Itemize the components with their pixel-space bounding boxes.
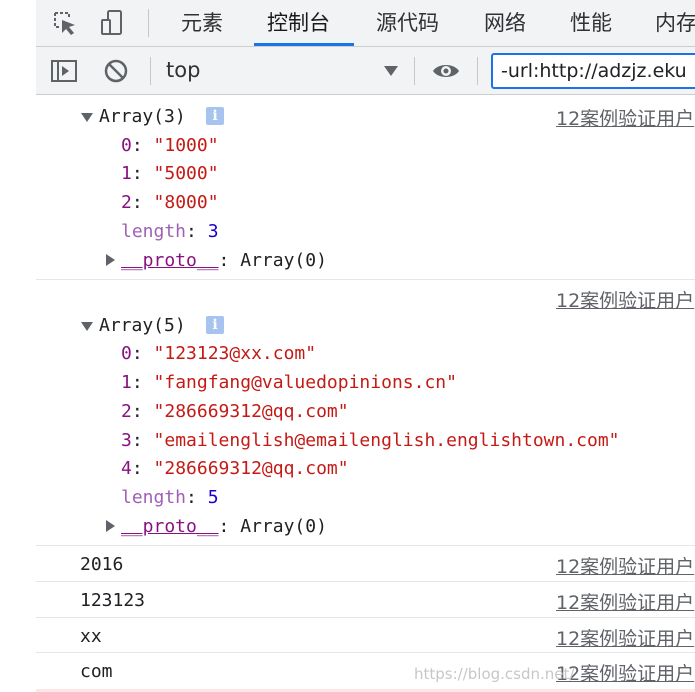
filter-input[interactable] [501,59,695,83]
array-header[interactable]: Array(3) [99,106,186,127]
array-entry: 3: "emailenglish@emailenglish.englishtow… [121,430,620,451]
source-link[interactable]: 12案例验证用户 [556,588,694,615]
tab-performance[interactable]: 性能 [570,7,612,37]
array-entry: 1: "5000" [121,163,219,184]
log-message: 123123 [80,590,146,611]
context-selector[interactable]: top [166,58,200,82]
chevron-down-icon[interactable] [381,62,401,80]
expand-triangle-icon[interactable] [106,520,115,532]
array-entry: 1: "fangfang@valuedopinions.cn" [121,372,457,393]
array-entry: 0: "123123@xx.com" [121,343,317,364]
clear-console-icon[interactable] [101,56,131,86]
array-header[interactable]: Array(5) [99,315,186,336]
expand-triangle-icon[interactable] [106,254,115,266]
log-message: com [80,661,113,682]
message-divider [36,652,695,653]
eye-icon[interactable] [431,56,461,86]
tab-network[interactable]: 网络 [484,7,526,37]
console-toolbar: top [36,47,695,95]
array-entry: 2: "286669312@qq.com" [121,401,349,422]
array-proto[interactable]: __proto__: Array(0) [121,516,327,537]
tab-bar-divider [148,9,149,37]
devtools-tab-bar: 元素 控制台 源代码 网络 性能 内存 [36,0,695,47]
toolbar-divider [150,57,151,85]
array-entry: 2: "8000" [121,192,219,213]
expand-triangle-icon[interactable] [81,113,93,122]
tab-console[interactable]: 控制台 [267,7,330,37]
array-length: length: 3 [121,221,219,242]
array-proto[interactable]: __proto__: Array(0) [121,250,327,271]
device-toolbar-icon[interactable] [98,8,128,38]
message-divider [36,279,695,280]
source-link[interactable]: 12案例验证用户 [556,104,694,131]
source-link[interactable]: 12案例验证用户 [556,286,694,313]
log-message: xx [80,626,102,647]
source-link[interactable]: 12案例验证用户 [556,624,694,651]
expand-triangle-icon[interactable] [81,322,93,331]
console-output: Array(3) i 12案例验证用户 0: "1000" 1: "5000" … [36,95,695,692]
tab-sources[interactable]: 源代码 [376,7,439,37]
tab-elements[interactable]: 元素 [181,7,223,37]
array-entry: 4: "286669312@qq.com" [121,458,349,479]
info-icon: i [206,107,224,125]
info-icon: i [206,316,224,334]
toolbar-divider [477,57,478,85]
message-divider [36,581,695,582]
message-divider [36,617,695,618]
sidebar-toggle-icon[interactable] [49,56,79,86]
array-entry: 0: "1000" [121,135,219,156]
inspect-element-icon[interactable] [50,8,80,38]
tab-memory[interactable]: 内存 [655,7,695,37]
active-tab-indicator [254,43,354,46]
source-link[interactable]: 12案例验证用户 [556,552,694,579]
message-divider [36,545,695,546]
log-message: 2016 [80,554,124,575]
watermark: https://blog.csdn.net/ [414,665,575,683]
array-length: length: 5 [121,487,219,508]
console-filter[interactable] [491,53,695,89]
source-link[interactable]: 12案例验证用户 [556,659,694,686]
toolbar-divider [414,57,415,85]
